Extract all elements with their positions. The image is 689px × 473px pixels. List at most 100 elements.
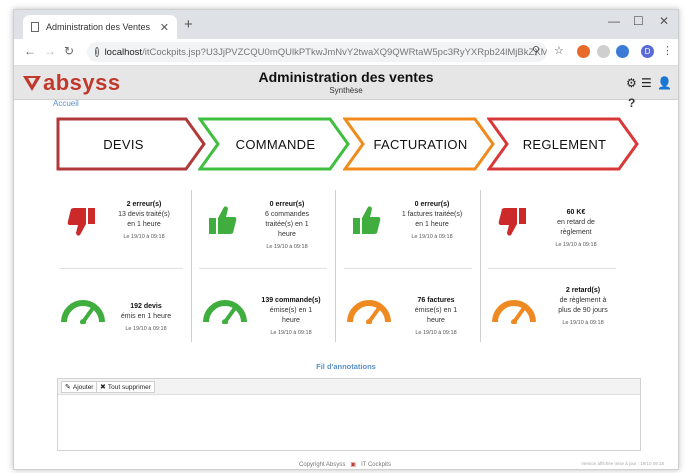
new-tab-icon[interactable]: +	[184, 16, 193, 33]
step-label: DEVIS	[103, 136, 144, 152]
delete-icon: ✖	[100, 384, 106, 391]
bookmark-star-icon[interactable]: ☆	[554, 44, 564, 57]
kpi-commande-volume[interactable]: 139 commande(s) émise(s) en 1 heure Le 1…	[192, 270, 335, 346]
page-title: Administration des ventes	[258, 69, 434, 85]
kpi-main: 60 K€	[566, 209, 586, 216]
gauge-icon	[60, 298, 106, 329]
address-bar[interactable]: i localhost /itCockpits.jsp?U3JjPVZCQU0m…	[87, 42, 547, 62]
url-path: /itCockpits.jsp?U3JjPVZCQU0mQUlkPTkwJmNv…	[142, 46, 547, 58]
kpi-date: Le 19/10 à 09:18	[270, 330, 312, 336]
kpi-date: Le 19/10 à 09:18	[411, 234, 453, 240]
help-icon[interactable]: ?	[628, 96, 635, 110]
kpi-reglement-late[interactable]: 60 K€ en retard de règlement Le 19/10 à …	[481, 186, 636, 266]
reload-icon[interactable]: ↻	[64, 44, 74, 58]
menu-kebab-icon[interactable]: ⋮	[662, 44, 673, 57]
clear-annotations-button[interactable]: ✖ Tout supprimer	[96, 381, 155, 393]
brand-text: IT Cockpits	[361, 462, 391, 468]
kpi-text: heure	[278, 231, 296, 238]
step-label: FACTURATION	[373, 136, 468, 152]
kpi-main: 2 retard(s)	[565, 287, 601, 294]
close-window-icon[interactable]: ✕	[659, 14, 669, 28]
divider	[488, 268, 616, 269]
annotations-panel: ✎ Ajouter ✖ Tout supprimer	[57, 378, 641, 451]
kpi-devis-volume[interactable]: 192 devis émis en 1 heure Le 19/10 à 09:…	[56, 270, 191, 346]
add-annotation-button[interactable]: ✎ Ajouter	[61, 381, 98, 393]
kpi-main: 0 erreur(s)	[269, 201, 305, 208]
breadcrumb[interactable]: Accueil	[53, 99, 79, 108]
kpi-facturation-errors[interactable]: 0 erreur(s) 1 factures traitée(s) en 1 h…	[336, 186, 480, 266]
close-tab-icon[interactable]: ✕	[160, 21, 169, 34]
annotations-title: Fil d'annotations	[316, 362, 376, 371]
app-header: absyss Administration des ventes Synthès…	[14, 66, 678, 100]
step-devis[interactable]: DEVIS	[56, 117, 206, 171]
extension-gray-icon[interactable]	[597, 45, 610, 58]
kpi-main: 76 factures	[417, 297, 455, 304]
kpi-date: Le 19/10 à 09:18	[123, 234, 165, 240]
kpi-text: 13 devis traité(s)	[118, 211, 170, 218]
footer: Copyright Absyss ▣ IT Cockpits Version a…	[14, 459, 678, 469]
page-icon	[31, 22, 39, 32]
step-label: REGLEMENT	[522, 136, 607, 152]
kpi-date: Le 19/10 à 09:18	[415, 330, 457, 336]
button-label: Ajouter	[72, 383, 94, 391]
gauge-icon	[202, 298, 248, 329]
kpi-text: 6 commandes	[265, 211, 309, 218]
kpi-text: 1 factures traitée(s)	[401, 211, 463, 218]
tab-strip: Administration des Ventes ✕ + — ☐ ✕	[14, 10, 678, 39]
annotations-toolbar: ✎ Ajouter ✖ Tout supprimer	[58, 379, 640, 395]
step-reglement[interactable]: REGLEMENT	[487, 117, 639, 171]
kpi-text: heure	[427, 317, 445, 324]
url-host: localhost	[104, 46, 143, 58]
browser-tab[interactable]: Administration des Ventes ✕	[23, 15, 177, 39]
kpi-grid: 2 erreur(s) 13 devis traité(s) en 1 heur…	[56, 186, 636, 346]
divider	[199, 268, 327, 269]
kpi-text: de règlement à	[559, 297, 607, 304]
flag-icon: ▣	[350, 462, 357, 468]
kpi-main: 2 erreur(s)	[126, 201, 162, 208]
user-icon[interactable]: 👤	[657, 76, 672, 90]
kpi-text: règlement	[560, 229, 592, 236]
profile-avatar[interactable]: D	[641, 45, 654, 58]
kpi-reglement-volume[interactable]: 2 retard(s) de règlement à plus de 90 jo…	[481, 270, 636, 346]
kpi-text: émise(s) en 1	[414, 307, 458, 314]
kpi-facturation-volume[interactable]: 76 factures émise(s) en 1 heure Le 19/10…	[336, 270, 480, 346]
tab-title: Administration des Ventes	[46, 22, 151, 32]
kpi-text: heure	[282, 317, 300, 324]
version-text: Version affichée mise à jour : 19/10 09:…	[581, 461, 664, 466]
step-facturation[interactable]: FACTURATION	[343, 117, 495, 171]
kpi-date: Le 19/10 à 09:18	[562, 320, 604, 326]
info-icon[interactable]: i	[95, 47, 99, 57]
gear-icon[interactable]: ⚙	[626, 76, 637, 90]
divider	[59, 268, 183, 269]
kpi-text: émis en 1 heure	[120, 313, 172, 320]
button-label: Tout supprimer	[107, 383, 151, 391]
minimize-icon[interactable]: —	[608, 14, 620, 28]
thumbs-down-icon	[497, 206, 527, 243]
kpi-text: en retard de	[557, 219, 595, 226]
browser-window: Administration des Ventes ✕ + — ☐ ✕ ← → …	[13, 9, 679, 470]
kpi-commande-errors[interactable]: 0 erreur(s) 6 commandes traitée(s) en 1 …	[192, 186, 335, 266]
kpi-devis-errors[interactable]: 2 erreur(s) 13 devis traité(s) en 1 heur…	[56, 186, 191, 266]
list-icon[interactable]: ☰	[641, 76, 652, 90]
zoom-icon[interactable]: ⚲	[532, 44, 540, 57]
kpi-main: 192 devis	[130, 303, 162, 310]
kpi-text: émise(s) en 1	[269, 307, 313, 314]
thumbs-up-icon	[352, 204, 382, 241]
process-steps: DEVIS COMMANDE FACTURATION REGLEMENT	[56, 117, 639, 171]
kpi-text: traitée(s) en 1	[265, 221, 309, 228]
kpi-date: Le 19/10 à 09:18	[266, 244, 308, 250]
extension-icon[interactable]	[577, 45, 590, 58]
gauge-icon	[346, 298, 392, 329]
thumbs-down-icon	[66, 206, 96, 243]
copyright: Copyright Absyss ▣ IT Cockpits	[299, 461, 391, 468]
extension-blue-icon[interactable]	[616, 45, 629, 58]
maximize-icon[interactable]: ☐	[633, 14, 644, 28]
kpi-main: 0 erreur(s)	[414, 201, 450, 208]
step-label: COMMANDE	[235, 136, 316, 152]
pencil-icon: ✎	[65, 384, 71, 391]
forward-icon[interactable]: →	[44, 44, 56, 58]
back-icon[interactable]: ←	[24, 44, 36, 58]
step-commande[interactable]: COMMANDE	[198, 117, 350, 171]
kpi-date: Le 19/10 à 09:18	[555, 242, 597, 248]
thumbs-up-icon	[208, 204, 238, 241]
